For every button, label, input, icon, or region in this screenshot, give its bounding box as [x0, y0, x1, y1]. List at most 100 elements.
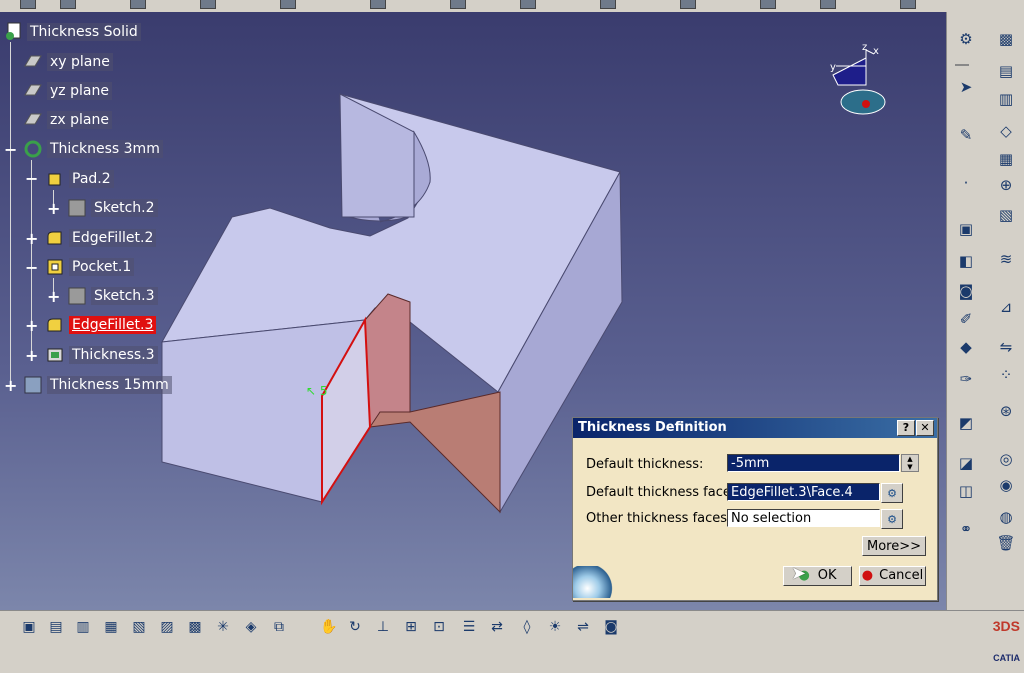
expand-icon[interactable]: +	[47, 201, 60, 217]
zoom-icon[interactable]: ⊡	[428, 617, 450, 637]
expand-icon[interactable]: +	[47, 289, 60, 305]
fillet-icon[interactable]: ◩	[955, 412, 977, 434]
expand-icon[interactable]: +	[25, 348, 38, 364]
expand-icon[interactable]: +	[4, 378, 17, 394]
tree-item-zx-plane[interactable]: zx plane	[22, 109, 112, 131]
apply-material-icon[interactable]: ◉	[995, 474, 1017, 496]
view-back-icon[interactable]: ▥	[72, 617, 94, 637]
pattern-icon[interactable]: ⁘	[995, 364, 1017, 386]
default-faces-field[interactable]: EdgeFillet.3\Face.4	[727, 483, 880, 501]
spin-down-icon[interactable]: ▼	[902, 463, 918, 471]
gear-icon[interactable]: ⚙	[955, 28, 977, 50]
layers-icon[interactable]: ≋	[995, 248, 1017, 270]
multi-view-icon[interactable]: ⇄	[486, 617, 508, 637]
more-button[interactable]: More>>	[862, 536, 926, 556]
wireframe-icon[interactable]: ✳	[212, 617, 234, 637]
shading-icon[interactable]: ◈	[240, 617, 262, 637]
rotate-icon[interactable]: ↻	[344, 617, 366, 637]
pad-icon[interactable]: ▣	[955, 218, 977, 240]
thickness-icon[interactable]: ◫	[955, 480, 977, 502]
toolbar-icon[interactable]	[900, 0, 916, 9]
add-body-icon[interactable]: ▧	[995, 204, 1017, 226]
toolbar-icon[interactable]	[820, 0, 836, 9]
view-iso-icon[interactable]: ▣	[18, 617, 40, 637]
toolbar-icon[interactable]	[520, 0, 536, 9]
split-icon[interactable]: ◇	[995, 120, 1017, 142]
pan-icon[interactable]: ✋	[318, 617, 340, 637]
normal-view-icon[interactable]: ☰	[458, 617, 480, 637]
view-left-icon[interactable]: ▦	[100, 617, 122, 637]
select-other-faces-icon[interactable]: ⚙	[881, 509, 903, 529]
measure-icon[interactable]: ⊿	[995, 296, 1017, 318]
surface-icon[interactable]: ▦	[995, 148, 1017, 170]
fit-all-icon[interactable]: ⊞	[400, 617, 422, 637]
axis-icon[interactable]: ⊥	[372, 617, 394, 637]
box-icon[interactable]: ▤	[995, 60, 1017, 82]
shell-icon[interactable]: ⚭	[955, 518, 977, 540]
toolbar-icon[interactable]	[600, 0, 616, 9]
solid-icon[interactable]: ◆	[955, 336, 977, 358]
view-right-icon[interactable]: ▧	[128, 617, 150, 637]
collapse-icon[interactable]: −	[25, 171, 38, 187]
box-yellow-icon[interactable]: ▥	[995, 88, 1017, 110]
tree-item-edgefillet-3[interactable]: EdgeFillet.3	[44, 314, 157, 336]
expand-icon[interactable]: +	[25, 318, 38, 334]
collapse-icon[interactable]: −	[25, 260, 38, 276]
crosshair-icon[interactable]: ⊕	[995, 174, 1017, 196]
tree-item-edgefillet-2[interactable]: EdgeFillet.2	[44, 227, 157, 249]
toolbar-icon[interactable]	[450, 0, 466, 9]
toolbar-icon[interactable]	[200, 0, 216, 9]
tree-root[interactable]: Thickness Solid	[2, 21, 141, 43]
tree-item-thickness-15mm[interactable]: Thickness 15mm	[22, 374, 172, 396]
tree-item-pad-2[interactable]: Pad.2	[44, 168, 114, 190]
sketcher-icon[interactable]: ✎	[955, 124, 977, 146]
hide-show-icon[interactable]: ⧉	[268, 617, 290, 637]
close-button[interactable]: ✕	[916, 420, 934, 436]
expand-icon[interactable]: +	[25, 231, 38, 247]
quick-view-icon[interactable]: ◊	[516, 617, 538, 637]
sweep-icon[interactable]: ✑	[955, 368, 977, 390]
tree-item-xy-plane[interactable]: xy plane	[22, 51, 113, 73]
camera-icon[interactable]: ◙	[600, 617, 622, 637]
spin-up-icon[interactable]: ▲	[902, 455, 918, 463]
view-front-icon[interactable]: ▤	[45, 617, 67, 637]
compass-icon[interactable]: z x y	[828, 40, 898, 120]
dialog-title-bar[interactable]: Thickness Definition ? ✕	[573, 418, 937, 438]
analysis-icon[interactable]: ◎	[995, 448, 1017, 470]
transform-icon[interactable]: ⊛	[995, 400, 1017, 422]
tree-item-sketch-2[interactable]: Sketch.2	[66, 197, 158, 219]
rib-icon[interactable]: ✐	[955, 308, 977, 330]
thickness-spinner[interactable]: ▲ ▼	[901, 454, 919, 472]
toolbar-icon[interactable]	[130, 0, 146, 9]
point-icon[interactable]: ·	[955, 172, 977, 194]
toolbar-icon[interactable]	[680, 0, 696, 9]
collapse-icon[interactable]: −	[4, 142, 17, 158]
view-bottom-icon[interactable]: ▩	[184, 617, 206, 637]
toolbar-icon[interactable]	[280, 0, 296, 9]
view-top-icon[interactable]: ▨	[156, 617, 178, 637]
select-faces-icon[interactable]: ⚙	[881, 483, 903, 503]
swap-visible-icon[interactable]: ⇌	[572, 617, 594, 637]
render-icon[interactable]: ◍	[995, 506, 1017, 528]
cancel-button[interactable]: ● Cancel	[859, 566, 926, 586]
toolbar-icon[interactable]	[20, 0, 36, 9]
chamfer-icon[interactable]: ◪	[955, 452, 977, 474]
tree-item-yz-plane[interactable]: yz plane	[22, 80, 112, 102]
other-faces-field[interactable]: No selection	[727, 509, 880, 527]
toolbar-icon[interactable]	[60, 0, 76, 9]
tree-item-sketch-3[interactable]: Sketch.3	[66, 285, 158, 307]
cube-icon[interactable]: ▩	[995, 28, 1017, 50]
tree-item-pocket-1[interactable]: Pocket.1	[44, 256, 135, 278]
toolbar-icon[interactable]	[760, 0, 776, 9]
shaft-icon[interactable]: ◧	[955, 250, 977, 272]
trash-icon[interactable]: 🗑	[995, 532, 1017, 554]
tree-item-thickness-3[interactable]: Thickness.3	[44, 344, 158, 366]
default-thickness-input[interactable]: -5mm	[727, 454, 900, 472]
select-arrow-icon[interactable]: ➤	[955, 76, 977, 98]
tree-item-thickness-3mm[interactable]: Thickness 3mm	[22, 138, 163, 160]
toolbar-icon[interactable]	[370, 0, 386, 9]
hole-icon[interactable]: ◙	[955, 280, 977, 302]
lighting-icon[interactable]: ☀	[544, 617, 566, 637]
mirror-icon[interactable]: ⇋	[995, 336, 1017, 358]
help-button[interactable]: ?	[897, 420, 915, 436]
